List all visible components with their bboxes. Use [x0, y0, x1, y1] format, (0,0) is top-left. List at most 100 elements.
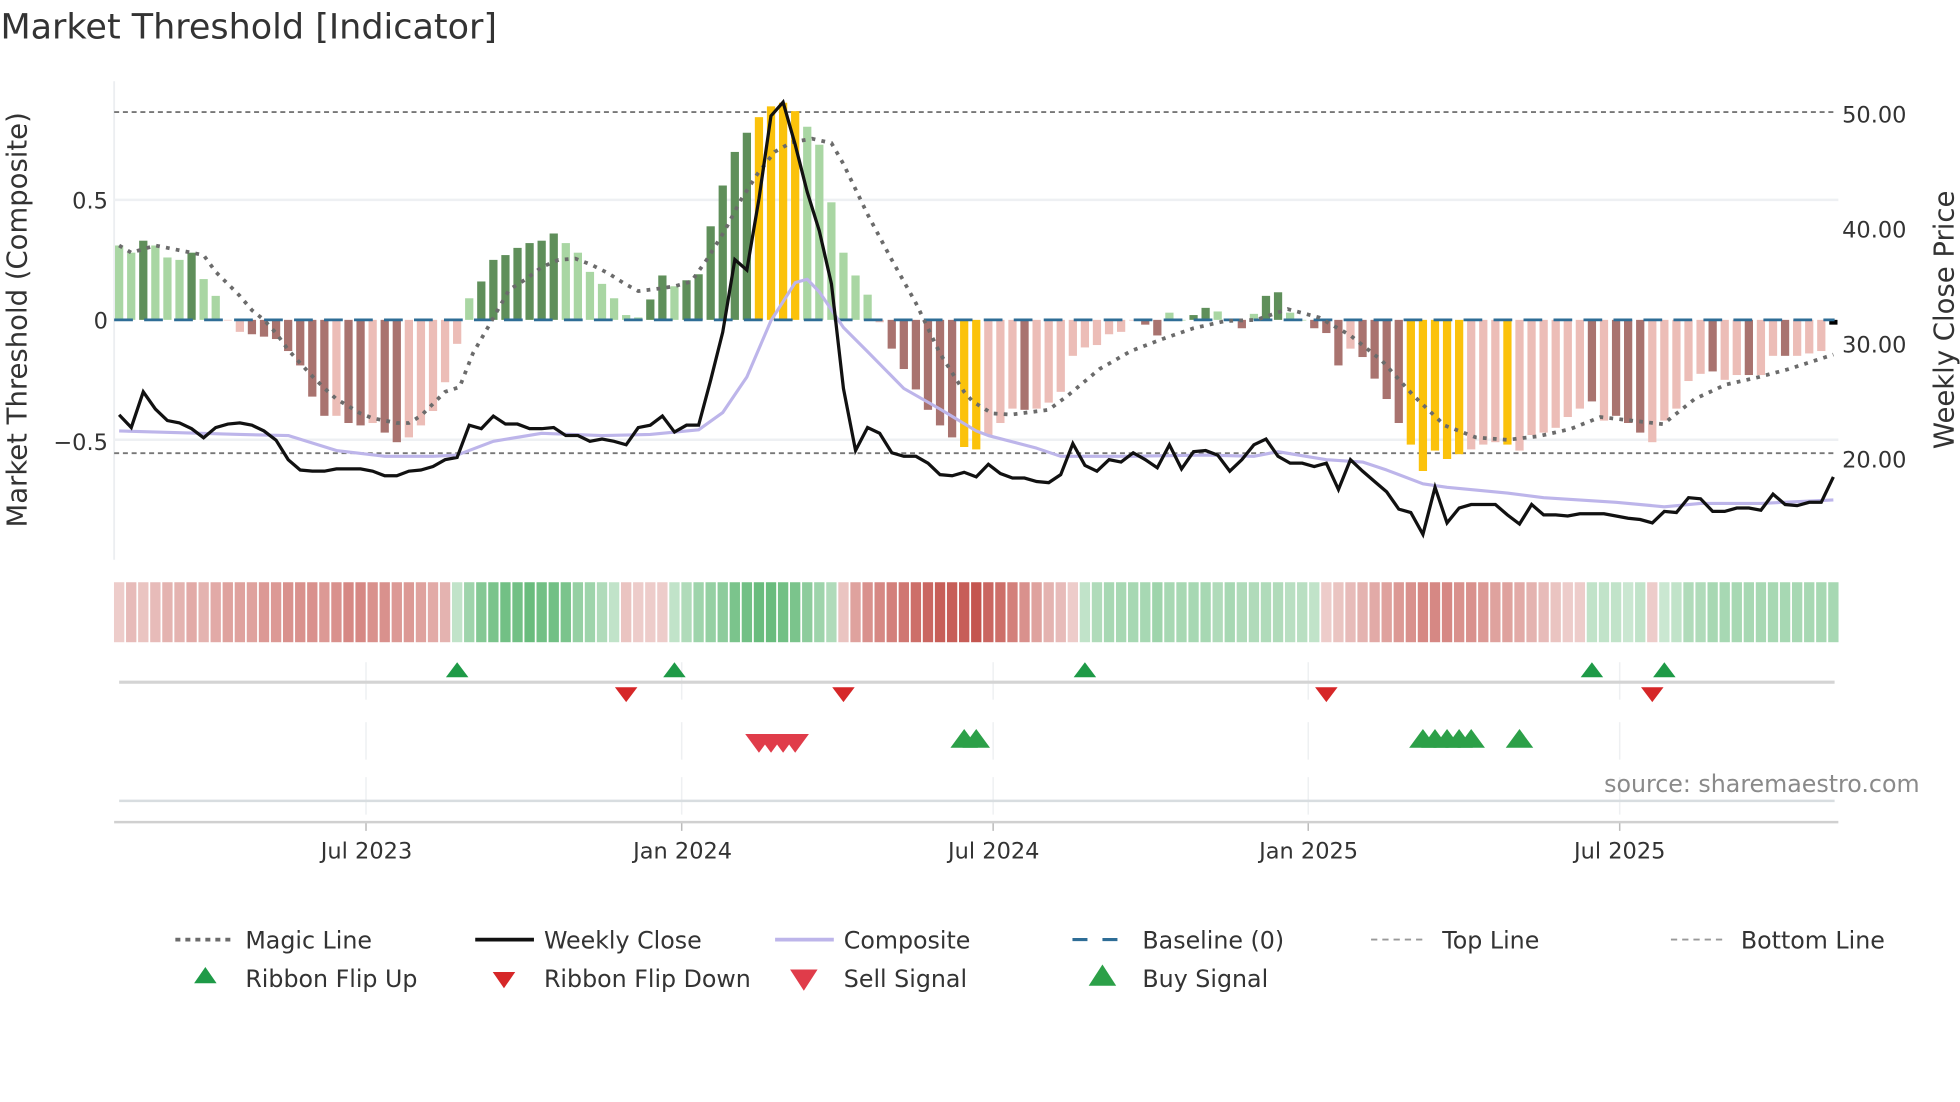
ribbon-cell — [1779, 582, 1791, 643]
composite-bar — [923, 319, 933, 410]
ribbon-cell — [862, 582, 873, 643]
ribbon-cell — [1381, 582, 1392, 643]
ribbon-cell — [1598, 582, 1610, 643]
composite-bars — [114, 102, 1838, 471]
ribbon-cell — [1635, 582, 1646, 643]
ribbon-cell — [150, 582, 161, 643]
legend-item-bottom-line[interactable]: Bottom Line — [1670, 926, 1885, 954]
composite-bar — [187, 252, 196, 320]
composite-bar — [1213, 311, 1222, 320]
ribbon-cell — [1200, 582, 1211, 643]
signal-markers — [114, 662, 1839, 831]
legend-item-weekly-close[interactable]: Weekly Close — [475, 926, 702, 954]
composite-bar — [477, 281, 486, 320]
ribbon-cell — [572, 582, 584, 643]
ribbon-cell — [439, 582, 451, 643]
ribbon-cell — [850, 582, 861, 643]
ribbon-cell — [1031, 582, 1042, 643]
composite-bar — [428, 319, 438, 412]
ribbon-cell — [1188, 582, 1199, 643]
ribbon-cell — [934, 582, 946, 643]
ribbon-cell — [1647, 582, 1658, 643]
triangle-up-icon — [1088, 964, 1117, 986]
right-tick-label: 40.00 — [1842, 217, 1906, 243]
composite-bar — [211, 295, 220, 320]
ribbon-cell — [608, 582, 620, 643]
left-axis-title: Market Threshold (Composite) — [2, 112, 34, 527]
ribbon-cell — [874, 582, 885, 643]
ribbon-cell — [1502, 582, 1513, 643]
composite-bar — [1153, 319, 1162, 336]
ribbon-cell — [355, 582, 366, 643]
weekly-close-line — [117, 98, 1835, 539]
ribbon-cell — [1550, 582, 1561, 643]
legend-item-composite[interactable]: Composite — [775, 926, 970, 954]
composite-bar — [199, 279, 208, 320]
ribbon-cell — [391, 582, 402, 643]
ribbon-cell — [415, 582, 427, 643]
composite-bar — [1660, 319, 1669, 421]
ribbon-cell — [1140, 582, 1151, 643]
legend-item-buy-signal[interactable]: Buy Signal — [1088, 964, 1268, 993]
left-tick-label: 0 — [94, 309, 108, 335]
composite-bar — [1008, 319, 1017, 409]
legend-item-baseline[interactable]: Baseline (0) — [1072, 926, 1284, 954]
composite-bar — [1805, 319, 1814, 354]
composite-bar — [1032, 319, 1041, 409]
ribbon-cell — [959, 582, 970, 643]
ribbon-cell — [476, 582, 487, 643]
ribbon-cell — [126, 582, 137, 643]
legend-label: Buy Signal — [1142, 965, 1268, 993]
composite-bar — [416, 319, 426, 426]
ribbon-cell — [596, 582, 608, 643]
ribbon-cell — [777, 582, 789, 643]
composite-bar — [380, 319, 389, 433]
composite-bar — [356, 319, 365, 426]
ribbon-cell — [1345, 582, 1356, 643]
composite-bar — [803, 126, 812, 320]
ribbon-cell — [1695, 582, 1706, 643]
ribbon-flip-up-marker — [1653, 662, 1676, 678]
ribbon-cell — [282, 582, 294, 643]
composite-bar — [1068, 319, 1077, 356]
ribbon-cell — [681, 582, 692, 643]
ribbon-cell — [512, 582, 523, 643]
composite-bar — [851, 275, 860, 320]
composite-bar — [1044, 319, 1053, 403]
ribbon-cell — [1490, 582, 1501, 643]
triangle-up-icon — [194, 967, 217, 984]
ribbon-flip-down-marker — [1315, 687, 1338, 703]
composite-bar — [1430, 319, 1440, 451]
ribbon-cell — [234, 582, 246, 643]
composite-bar — [573, 252, 582, 320]
ribbon-cell — [886, 582, 897, 643]
x-tick-label: Jul 2024 — [946, 838, 1039, 864]
ribbon-cell — [910, 582, 922, 643]
composite-bar — [247, 319, 257, 335]
ribbon-cell — [1453, 582, 1465, 643]
ribbon-cell — [657, 582, 668, 643]
ribbon-cell — [717, 582, 728, 643]
ribbon-cell — [946, 582, 958, 643]
composite-bar — [1056, 319, 1065, 392]
series-lines — [117, 98, 1835, 539]
composite-bar — [465, 298, 474, 320]
ribbon-flip-down-marker — [1641, 687, 1664, 703]
ribbon-cell — [307, 582, 318, 643]
legend-item-magic-line[interactable]: Magic Line — [175, 926, 372, 954]
composite-bar — [308, 319, 317, 397]
composite-bar — [1793, 319, 1802, 356]
ribbon-cell — [1828, 582, 1839, 643]
legend-item-ribbon-flip-down[interactable]: Ribbon Flip Down — [492, 965, 751, 993]
ribbon-cell — [1586, 582, 1598, 643]
ribbon-cell — [1755, 582, 1767, 643]
ribbon-cell — [1103, 582, 1115, 643]
legend-item-top-line[interactable]: Top Line — [1371, 926, 1539, 954]
ribbon-cell — [403, 582, 415, 643]
ribbon-cell — [1321, 582, 1332, 643]
ribbon-flip-up-marker — [445, 662, 469, 678]
legend-item-sell-signal[interactable]: Sell Signal — [790, 965, 967, 993]
ribbon-cell — [1019, 582, 1030, 643]
ribbon-cell — [1514, 582, 1525, 643]
legend-item-ribbon-flip-up[interactable]: Ribbon Flip Up — [194, 965, 417, 993]
